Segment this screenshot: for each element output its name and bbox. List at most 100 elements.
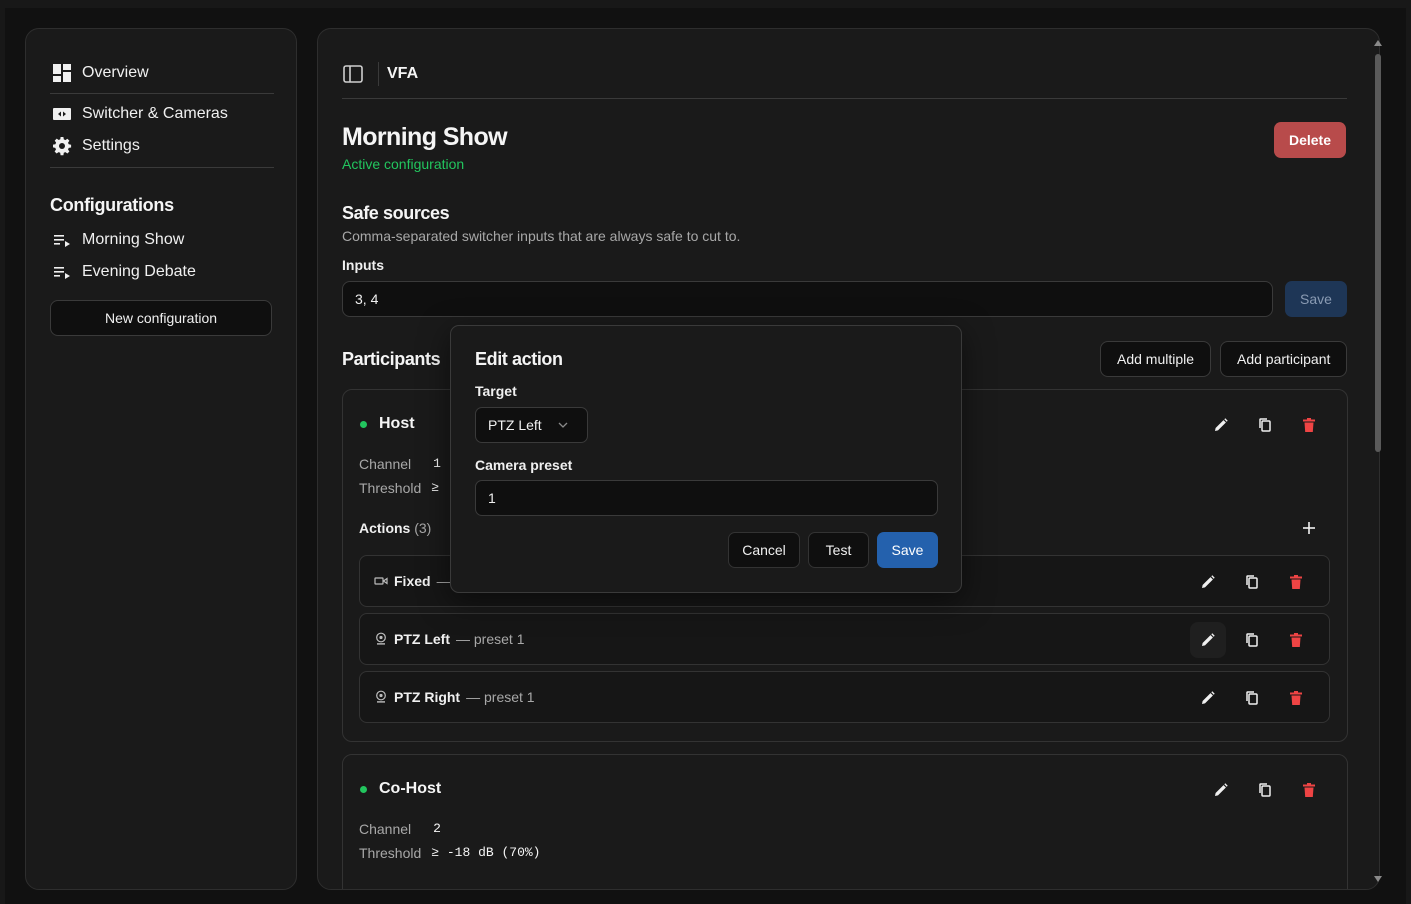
duplicate-icon[interactable] [1253, 778, 1277, 802]
playlist-icon [52, 262, 72, 282]
target-label: Target [475, 383, 517, 399]
configurations-heading: Configurations [50, 195, 174, 215]
trash-icon[interactable] [1297, 413, 1321, 437]
sidebar-item-label: Morning Show [82, 231, 185, 248]
participant-name: Co-Host [379, 780, 442, 797]
actions-count: (3) [414, 520, 432, 536]
test-button[interactable]: Test [808, 532, 869, 568]
divider [342, 98, 1347, 99]
channel-label: Channel [359, 821, 412, 837]
playlist-icon [52, 230, 72, 250]
action-row[interactable]: PTZ Right — preset 1 [359, 671, 1330, 723]
status-dot [360, 786, 367, 793]
sidebar-toggle-icon[interactable] [342, 64, 364, 84]
sidebar-item-switcher-cameras[interactable]: Switcher & Cameras [52, 102, 228, 126]
new-configuration-button[interactable]: New configuration [50, 300, 272, 336]
actions-label: Actions [359, 520, 411, 536]
participants-heading: Participants [342, 349, 441, 369]
add-action-icon[interactable] [1297, 516, 1321, 540]
inputs-label: Inputs [342, 257, 384, 273]
status-badge: Active configuration [342, 156, 465, 172]
action-text: PTZ Left — preset 1 [374, 631, 524, 647]
webcam-icon [374, 690, 388, 704]
app-name: VFA [387, 65, 419, 82]
sidebar-item-evening-debate[interactable]: Evening Debate [52, 260, 196, 284]
participant-card-co-host: Co-Host Channel 2 Threshold ≥ -18 dB (70… [342, 754, 1348, 889]
action-detail: — preset 1 [456, 631, 525, 647]
sidebar-item-settings[interactable]: Settings [52, 134, 140, 158]
duplicate-icon[interactable] [1240, 686, 1264, 710]
safe-sources-description: Comma-separated switcher inputs that are… [342, 228, 741, 244]
add-multiple-button[interactable]: Add multiple [1100, 341, 1212, 377]
camera-icon [374, 575, 388, 587]
scrollbar[interactable] [1373, 40, 1383, 890]
edit-icon[interactable] [1196, 686, 1220, 710]
sidebar-item-label: Evening Debate [82, 263, 196, 280]
inputs-field[interactable] [342, 281, 1273, 317]
delete-button[interactable]: Delete [1274, 122, 1346, 158]
add-participant-button[interactable]: Add participant [1220, 341, 1348, 377]
webcam-icon [374, 632, 388, 646]
save-inputs-button[interactable]: Save [1285, 281, 1347, 317]
threshold-value: ≥ [431, 480, 440, 495]
target-select[interactable]: PTZ Left [475, 407, 588, 443]
action-name: Fixed [394, 573, 431, 589]
divider [50, 167, 274, 168]
duplicate-icon[interactable] [1240, 570, 1264, 594]
channel-row: Channel 2 [359, 821, 441, 837]
trash-icon[interactable] [1284, 686, 1308, 710]
channel-row: Channel 1 [359, 456, 441, 472]
camera-preset-field[interactable] [475, 480, 938, 516]
channel-value: 2 [433, 821, 441, 836]
action-row[interactable]: PTZ Left — preset 1 [359, 613, 1330, 665]
scroll-up-icon[interactable] [1374, 40, 1382, 46]
edit-icon[interactable] [1196, 570, 1220, 594]
trash-icon[interactable] [1284, 570, 1308, 594]
divider [378, 62, 379, 86]
sidebar: Overview Switcher & Cameras Settings Con… [25, 28, 297, 890]
threshold-row: Threshold ≥ -18 dB (70%) [359, 845, 540, 861]
edit-icon[interactable] [1196, 628, 1220, 652]
safe-sources-heading: Safe sources [342, 203, 450, 223]
sidebar-item-label: Settings [82, 137, 140, 154]
sidebar-item-overview[interactable]: Overview [52, 61, 149, 85]
channel-label: Channel [359, 456, 412, 472]
dashboard-icon [52, 63, 72, 83]
status-dot [360, 421, 367, 428]
edit-icon[interactable] [1209, 778, 1233, 802]
action-detail: — preset 1 [466, 689, 535, 705]
threshold-value: ≥ -18 dB (70%) [431, 845, 541, 860]
target-value: PTZ Left [488, 417, 542, 433]
top-bar: VFA [342, 61, 418, 87]
trash-icon[interactable] [1284, 628, 1308, 652]
page-title: Morning Show [342, 123, 508, 151]
actions-heading: Actions (3) [359, 520, 431, 536]
action-text: Fixed — i [374, 573, 458, 589]
action-text: PTZ Right — preset 1 [374, 689, 535, 705]
video-camera-icon [52, 104, 72, 124]
action-name: PTZ Right [394, 689, 461, 705]
edit-icon[interactable] [1209, 413, 1233, 437]
cancel-button[interactable]: Cancel [728, 532, 800, 568]
participant-name: Host [379, 415, 415, 432]
sidebar-item-label: Switcher & Cameras [82, 105, 228, 122]
duplicate-icon[interactable] [1240, 628, 1264, 652]
save-button[interactable]: Save [877, 532, 938, 568]
camera-preset-label: Camera preset [475, 457, 573, 473]
sidebar-item-label: Overview [82, 64, 149, 81]
scroll-thumb[interactable] [1375, 54, 1381, 452]
scroll-down-icon[interactable] [1374, 876, 1382, 882]
duplicate-icon[interactable] [1253, 413, 1277, 437]
dialog-title: Edit action [475, 349, 563, 369]
trash-icon[interactable] [1297, 778, 1321, 802]
threshold-label: Threshold [359, 845, 422, 861]
channel-value: 1 [433, 456, 441, 471]
threshold-row: Threshold ≥ [359, 480, 439, 496]
divider [50, 93, 274, 94]
edit-action-dialog: Edit action Target PTZ Left Camera prese… [450, 325, 962, 593]
chevron-down-icon [558, 422, 568, 428]
action-name: PTZ Left [394, 631, 450, 647]
sidebar-item-morning-show[interactable]: Morning Show [52, 228, 184, 252]
gear-icon [52, 136, 72, 156]
threshold-label: Threshold [359, 480, 422, 496]
